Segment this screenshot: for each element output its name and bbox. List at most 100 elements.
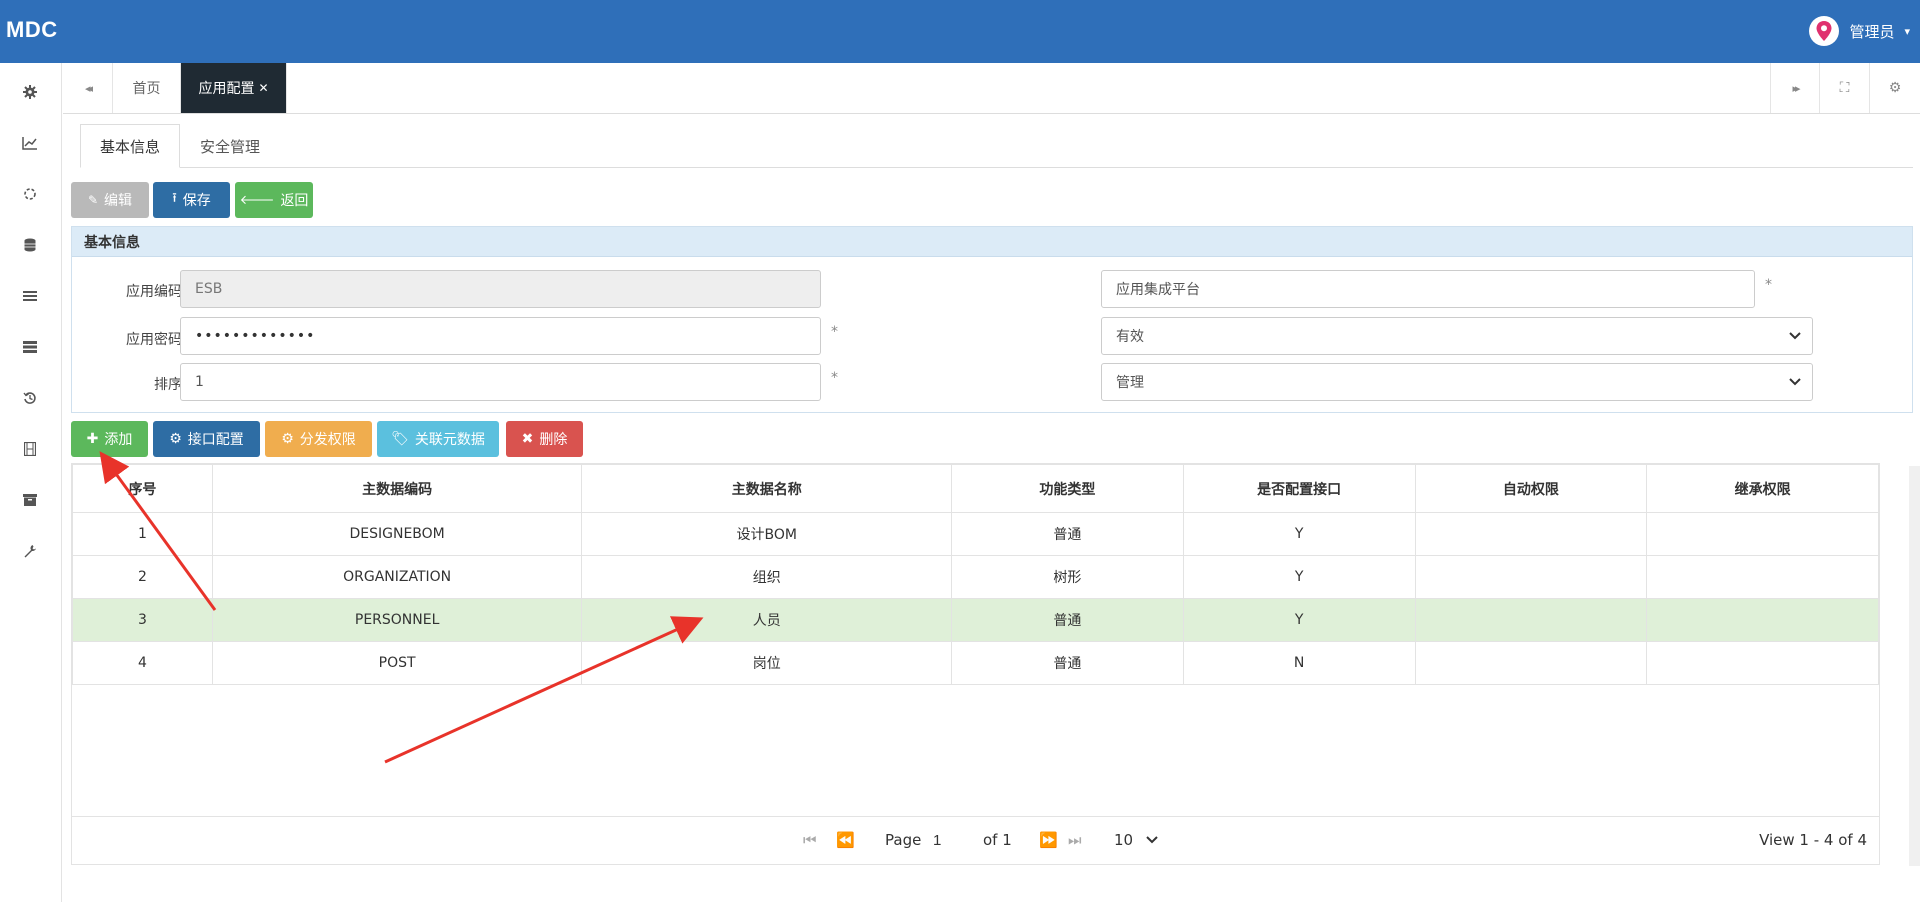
gear-icon[interactable] [18,80,42,104]
app-code-label: 应用编码 [126,284,182,300]
upload-icon: ⭱ [172,191,177,206]
table-cell: Y [1182,555,1416,599]
table-cell: 设计BOM [581,512,952,556]
status-select[interactable]: 有效 [1101,317,1813,355]
tags-icon: 🏷 [391,431,409,447]
tab-scroll-right-button[interactable]: ▸▸ [1770,63,1820,113]
back-button[interactable]: 🡐 返回 [235,182,313,218]
table-row[interactable]: 4 POST 岗位 普通 N [72,641,1879,685]
table-cell: 1 [72,512,213,556]
gear-icon: ⚙ [1888,80,1902,96]
gear-icon: ⚙ [281,431,294,447]
interface-config-label: 接口配置 [187,432,244,448]
table-cell: Y [1182,598,1416,642]
chevron-down-icon [1789,378,1801,386]
back-button-label: 返回 [280,193,309,209]
edit-icon: ✎ [87,193,99,207]
table-row-selected[interactable]: 3 PERSONNEL 人员 普通 Y [72,598,1879,642]
table-cell: 人员 [581,598,952,642]
sort-field[interactable]: 1 [180,363,821,401]
panel-title: 基本信息 [72,227,1912,257]
table-cell [1646,598,1879,642]
column-header[interactable]: 主数据编码 [211,464,583,513]
tab-security[interactable]: 安全管理 [180,124,280,168]
assign-permission-label: 分发权限 [299,432,356,448]
delete-button[interactable]: ✖ 删除 [506,421,583,457]
table-cell: DESIGNEBOM [211,512,583,556]
associate-metadata-button[interactable]: 🏷 关联元数据 [377,421,499,457]
tab-bar: ◂◂ 首页 应用配置 ✕ ▸▸ ⛶ ⚙ [63,63,1920,114]
table-cell: N [1182,641,1416,685]
table-cell: POST [211,641,583,685]
table-cell: 岗位 [581,641,952,685]
first-page-icon[interactable]: ⏮ [803,831,817,849]
app-code-field[interactable]: ESB [180,270,821,308]
tab-basic-info[interactable]: 基本信息 [80,124,180,168]
user-name[interactable]: 管理员 [1849,21,1894,42]
table-cell [1646,512,1879,556]
chevron-down-icon[interactable]: ▾ [1904,25,1910,38]
user-menu[interactable]: 管理员 ▾ [1809,16,1910,46]
server-icon[interactable] [18,335,42,359]
group-select[interactable]: 管理 [1101,363,1813,401]
backward-icon: ◂◂ [84,81,93,95]
tab-basic-info-label: 基本信息 [99,137,160,156]
film-icon[interactable] [18,437,42,461]
database-icon[interactable] [18,233,42,257]
arrow-left-icon: 🡐 [239,193,275,208]
user-avatar[interactable] [1809,16,1840,46]
app-name-value: 应用集成平台 [1116,282,1200,298]
edit-button[interactable]: ✎ 编辑 [71,182,149,218]
add-button[interactable]: ✚ 添加 [71,421,148,457]
app-code-value: ESB [195,281,223,297]
last-page-icon[interactable]: ⏭ [1068,831,1082,849]
table-cell [1414,555,1648,599]
interface-config-button[interactable]: ⚙ 接口配置 [153,421,260,457]
refresh-circle-icon[interactable] [18,182,42,206]
table-cell: 普通 [950,512,1184,556]
page-count: of 1 [983,831,1012,849]
basic-info-panel: 基本信息 应用编码 ESB 应用名称 应用集成平台 * 应用密码 •••••••… [71,226,1913,413]
location-pin-icon [1816,21,1832,41]
column-header[interactable]: 主数据名称 [581,464,952,513]
password-field[interactable]: ••••••••••••• [180,317,821,355]
assign-permission-button[interactable]: ⚙ 分发权限 [265,421,372,457]
list-icon[interactable] [18,284,42,308]
history-icon[interactable] [18,386,42,410]
brand-logo[interactable]: MDC [6,17,58,43]
fullscreen-icon: ⛶ [1839,80,1850,96]
previous-page-icon[interactable]: ⏪ [836,831,855,849]
column-header[interactable]: 继承权限 [1646,464,1879,513]
column-header[interactable]: 是否配置接口 [1182,464,1416,513]
close-icon[interactable]: ✕ [258,81,268,95]
wrench-icon[interactable] [18,539,42,563]
tab-app-config[interactable]: 应用配置 ✕ [181,63,287,113]
vertical-scrollbar[interactable] [1909,466,1920,866]
column-header[interactable]: 功能类型 [950,464,1184,513]
sidebar [0,63,62,902]
table-cell [1646,641,1879,685]
fullscreen-button[interactable]: ⛶ [1820,63,1870,113]
page-size-value: 10 [1114,831,1134,849]
column-header[interactable]: 自动权限 [1414,464,1648,513]
record-summary: View 1 - 4 of 4 [1759,831,1867,849]
table-header-row: 序号 主数据编码 主数据名称 功能类型 是否配置接口 自动权限 继承权限 [72,464,1879,513]
table-cell: 3 [72,598,213,642]
line-chart-icon[interactable] [18,131,42,155]
column-header[interactable]: 序号 [72,464,213,513]
table-row[interactable]: 1 DESIGNEBOM 设计BOM 普通 Y [72,512,1879,556]
archive-icon[interactable] [18,488,42,512]
app-name-field[interactable]: 应用集成平台 [1101,270,1755,308]
sort-value: 1 [195,374,204,390]
chevron-down-icon [1146,836,1158,844]
tab-settings-button[interactable]: ⚙ [1870,63,1920,113]
table-cell: 2 [72,555,213,599]
table-cell: PERSONNEL [211,598,583,642]
tab-home[interactable]: 首页 [113,63,181,113]
page-size-select[interactable]: 10 [1114,831,1158,849]
page-number-input[interactable] [929,827,969,853]
tab-scroll-left-button[interactable]: ◂◂ [63,63,113,113]
save-button[interactable]: ⭱ 保存 [153,182,230,218]
next-page-icon[interactable]: ⏩ [1039,831,1058,849]
table-row[interactable]: 2 ORGANIZATION 组织 树形 Y [72,555,1879,599]
